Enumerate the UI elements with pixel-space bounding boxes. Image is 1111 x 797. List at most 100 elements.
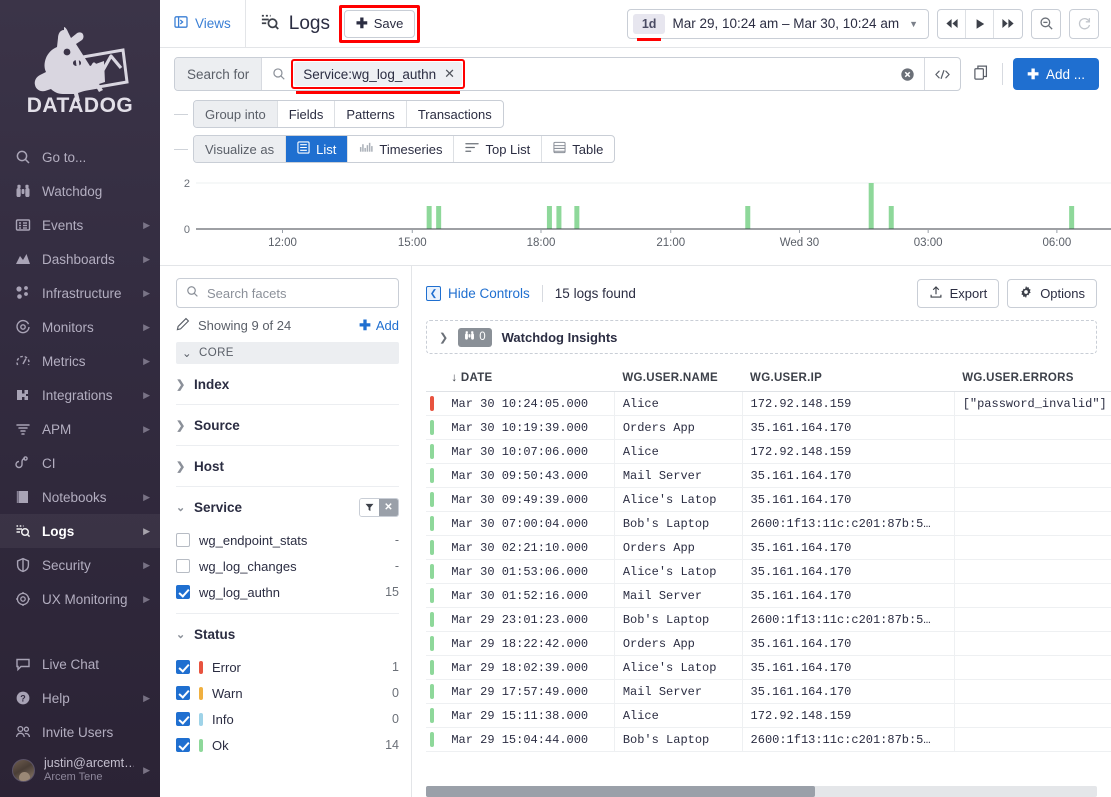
watchdog-insights-banner[interactable]: ❯ 0 Watchdog Insights	[426, 320, 1097, 354]
table-row[interactable]: Mar 30 09:50:43.000 Mail Server 35.161.164…	[426, 463, 1111, 488]
logs-histogram[interactable]: 0212:0015:0018:0021:00Wed 3003:0006:0009…	[174, 175, 1111, 255]
ux-monitoring-icon	[14, 591, 31, 608]
horizontal-scrollbar[interactable]	[426, 786, 1097, 797]
step-back-icon[interactable]	[938, 9, 966, 38]
sidebar-item-watchdog[interactable]: Watchdog	[0, 174, 160, 208]
sidebar-item-dashboards[interactable]: Dashboards ▶	[0, 242, 160, 276]
table-row[interactable]: Mar 29 15:11:38.000 Alice 172.92.148.159	[426, 703, 1111, 728]
facet-group-index[interactable]: ❯ Index	[176, 364, 399, 405]
facet-group-host[interactable]: ❯ Host	[176, 446, 399, 487]
column-user-ip[interactable]: WG.USER.IP	[742, 366, 955, 392]
sidebar-item-security[interactable]: Security ▶	[0, 548, 160, 582]
facet-item-ok[interactable]: Ok 14	[176, 732, 399, 758]
facet-item-info[interactable]: Info 0	[176, 706, 399, 732]
table-row[interactable]: Mar 30 01:52:16.000 Mail Server 35.161.164…	[426, 583, 1111, 608]
visualize-option-timeseries[interactable]: Timeseries	[348, 136, 455, 162]
sidebar-item-infrastructure[interactable]: Infrastructure ▶	[0, 276, 160, 310]
pencil-icon[interactable]	[176, 317, 190, 334]
sidebar-item-metrics[interactable]: Metrics ▶	[0, 344, 160, 378]
table-row[interactable]: Mar 29 18:22:42.000 Orders App 35.161.164.…	[426, 631, 1111, 656]
sidebar-item-label: Notebooks	[42, 489, 107, 505]
zoom-out-button[interactable]	[1031, 8, 1061, 39]
facet-group-header[interactable]: ❯ Host	[176, 446, 399, 486]
sidebar-item-help[interactable]: ? Help ▶	[0, 681, 160, 715]
search-bar[interactable]: Search for Service:wg_log_authn ✕	[174, 57, 962, 94]
views-button[interactable]: Views	[160, 0, 245, 47]
cell-date: Mar 29 18:02:39.000	[443, 655, 615, 680]
code-brackets-icon[interactable]	[924, 58, 960, 90]
visualize-option-top-list[interactable]: Top List	[454, 136, 543, 162]
sidebar-item-integrations[interactable]: Integrations ▶	[0, 378, 160, 412]
refresh-button[interactable]	[1069, 8, 1099, 39]
sidebar-item-apm[interactable]: APM ▶	[0, 412, 160, 446]
close-icon[interactable]: ✕	[444, 66, 455, 82]
facet-search[interactable]	[176, 278, 399, 308]
checkbox[interactable]	[176, 585, 190, 599]
datadog-logo[interactable]: DATADOG	[0, 0, 160, 140]
facet-item-warn[interactable]: Warn 0	[176, 680, 399, 706]
table-row[interactable]: Mar 30 10:19:39.000 Orders App 35.161.164.…	[426, 415, 1111, 440]
cell-name: Orders App	[613, 415, 743, 440]
table-row[interactable]: Mar 29 17:57:49.000 Mail Server 35.161.164…	[426, 679, 1111, 704]
query-facet-tag[interactable]: Service:wg_log_authn ✕	[291, 59, 466, 94]
hide-controls-button[interactable]: ❮ Hide Controls	[426, 285, 530, 301]
sidebar-item-ci[interactable]: CI	[0, 446, 160, 480]
export-button[interactable]: Export	[916, 278, 1000, 308]
search-facets-input[interactable]	[207, 285, 389, 301]
sidebar-item-go-to[interactable]: Go to...	[0, 140, 160, 174]
table-row[interactable]: Mar 30 10:24:05.000 Alice 172.92.148.159 ["…	[426, 391, 1111, 416]
copy-icon[interactable]	[971, 64, 992, 84]
visualize-option-table[interactable]: Table	[542, 136, 614, 162]
facet-item-wg-endpoint-stats[interactable]: wg_endpoint_stats -	[176, 527, 399, 553]
facet-group-core[interactable]: ⌄ CORE	[176, 342, 399, 364]
user-account[interactable]: justin@arcemt… Arcem Tene ▶	[0, 749, 160, 791]
table-row[interactable]: Mar 30 10:07:06.000 Alice 172.92.148.159	[426, 439, 1111, 464]
visualize-option-list[interactable]: List	[286, 136, 349, 162]
facet-item-error[interactable]: Error 1	[176, 654, 399, 680]
checkbox[interactable]	[176, 533, 190, 547]
sidebar-item-events[interactable]: Events ▶	[0, 208, 160, 242]
facet-group-header[interactable]: ⌄ Status	[176, 614, 399, 654]
facet-item-wg-log-authn[interactable]: wg_log_authn 15	[176, 579, 399, 605]
table-row[interactable]: Mar 29 18:02:39.000 Alice's Latop 35.161.1…	[426, 655, 1111, 680]
clear-filter-icon[interactable]: ✕	[379, 498, 398, 516]
table-row[interactable]: Mar 30 07:00:04.000 Bob's Laptop 2600:1f13…	[426, 511, 1111, 536]
options-button[interactable]: Options	[1007, 278, 1097, 308]
sidebar-item-monitors[interactable]: Monitors ▶	[0, 310, 160, 344]
group-option-patterns[interactable]: Patterns	[335, 101, 407, 127]
table-row[interactable]: Mar 30 01:53:06.000 Alice's Latop 35.161.1…	[426, 559, 1111, 584]
sidebar-item-live-chat[interactable]: Live Chat	[0, 647, 160, 681]
add-button[interactable]: ✚ Add ...	[1013, 58, 1099, 90]
filter-icon[interactable]	[360, 498, 379, 516]
checkbox[interactable]	[176, 686, 190, 700]
step-forward-icon[interactable]	[994, 10, 1022, 38]
sidebar-item-notebooks[interactable]: Notebooks ▶	[0, 480, 160, 514]
checkbox[interactable]	[176, 660, 190, 674]
facet-item-wg-log-changes[interactable]: wg_log_changes -	[176, 553, 399, 579]
sidebar-item-ux-monitoring[interactable]: UX Monitoring ▶	[0, 582, 160, 616]
sidebar-item-invite-users[interactable]: Invite Users	[0, 715, 160, 749]
group-option-transactions[interactable]: Transactions	[407, 101, 503, 127]
time-range-picker[interactable]: 1d Mar 29, 10:24 am – Mar 30, 10:24 am ▼	[626, 8, 929, 41]
table-row[interactable]: Mar 30 09:49:39.000 Alice's Latop 35.161.1…	[426, 487, 1111, 512]
facet-group-header[interactable]: ❯ Index	[176, 364, 399, 404]
column-user-errors[interactable]: WG.USER.ERRORS	[954, 366, 1111, 392]
checkbox[interactable]	[176, 559, 190, 573]
play-icon[interactable]	[966, 9, 994, 38]
save-button[interactable]: ✚ Save	[343, 9, 416, 38]
column-date[interactable]: ↓ DATE	[443, 366, 615, 392]
checkbox[interactable]	[176, 712, 190, 726]
table-row[interactable]: Mar 29 23:01:23.000 Bob's Laptop 2600:1f13…	[426, 607, 1111, 632]
sidebar-item-logs[interactable]: Logs ▶	[0, 514, 160, 548]
clear-circle-icon[interactable]	[891, 67, 924, 82]
facet-group-source[interactable]: ❯ Source	[176, 405, 399, 446]
scrollbar-thumb[interactable]	[426, 786, 816, 797]
facet-group-header[interactable]: ❯ Source	[176, 405, 399, 445]
add-facet-button[interactable]: ✚ Add	[359, 317, 399, 334]
column-user-name[interactable]: WG.USER.NAME	[614, 366, 743, 392]
group-option-fields[interactable]: Fields	[278, 101, 336, 127]
facet-group-header[interactable]: ⌄ Service ✕	[176, 487, 399, 527]
table-row[interactable]: Mar 29 15:04:44.000 Bob's Laptop 2600:1f13…	[426, 727, 1111, 752]
table-row[interactable]: Mar 30 02:21:10.000 Orders App 35.161.164.…	[426, 535, 1111, 560]
checkbox[interactable]	[176, 738, 190, 752]
